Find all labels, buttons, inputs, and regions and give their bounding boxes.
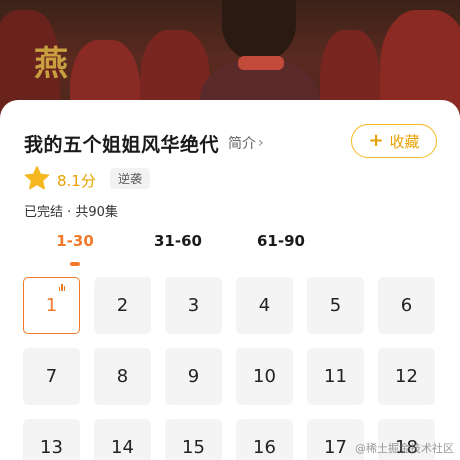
episode-number: 7	[45, 366, 58, 387]
poster-logo: 燕	[34, 44, 68, 84]
episode-number: 1	[45, 295, 58, 316]
episode-number: 16	[253, 437, 276, 458]
episode-number: 15	[182, 437, 205, 458]
poster-collar	[238, 56, 284, 70]
tab-range-1[interactable]: 1-30	[45, 232, 105, 250]
episode-button[interactable]: 12	[378, 348, 435, 405]
plus-icon: +	[368, 130, 384, 151]
episode-button[interactable]: 4	[236, 277, 293, 334]
episode-button[interactable]: 7	[23, 348, 80, 405]
tab-range-3[interactable]: 61-90	[251, 232, 311, 250]
episode-number: 12	[395, 366, 418, 387]
episode-button[interactable]: 9	[165, 348, 222, 405]
episode-number: 13	[40, 437, 63, 458]
episode-button[interactable]: 14	[94, 419, 151, 460]
episode-status: 已完结 · 共90集	[24, 205, 118, 220]
episode-button[interactable]: 8	[94, 348, 151, 405]
episode-button[interactable]: 3	[165, 277, 222, 334]
collect-label: 收藏	[389, 132, 420, 151]
episode-number: 3	[187, 295, 200, 316]
episode-button[interactable]: 13	[23, 419, 80, 460]
episode-button[interactable]: 10	[236, 348, 293, 405]
episode-button[interactable]: 16	[236, 419, 293, 460]
episode-number: 9	[187, 366, 200, 387]
episode-number: 11	[324, 366, 347, 387]
episode-button[interactable]: 5	[307, 277, 364, 334]
chevron-right-icon: ›	[258, 135, 264, 151]
episode-button[interactable]: 1	[23, 277, 80, 334]
collect-button[interactable]: + 收藏	[351, 124, 437, 158]
episode-button[interactable]: 11	[307, 348, 364, 405]
poster-head	[222, 0, 296, 62]
rating-score: 8.1分	[57, 172, 96, 190]
episode-number: 2	[116, 295, 129, 316]
star-icon	[24, 166, 50, 190]
episode-button[interactable]: 6	[378, 277, 435, 334]
episode-number: 6	[400, 295, 413, 316]
episode-button[interactable]: 15	[165, 419, 222, 460]
genre-tag[interactable]: 逆袭	[110, 168, 151, 189]
watermark: @稀土掘金技术社区	[355, 442, 454, 455]
drama-title: 我的五个姐姐风华绝代	[24, 134, 220, 156]
tab-underline	[70, 262, 80, 266]
episode-number: 4	[258, 295, 271, 316]
episode-button[interactable]: 2	[94, 277, 151, 334]
episode-number: 14	[111, 437, 134, 458]
tab-range-2[interactable]: 31-60	[148, 232, 208, 250]
episode-number: 5	[329, 295, 342, 316]
episode-number: 17	[324, 437, 347, 458]
intro-link[interactable]: 简介 ›	[228, 133, 264, 153]
episode-number: 10	[253, 366, 276, 387]
playing-icon	[58, 284, 65, 291]
episode-number: 8	[116, 366, 129, 387]
intro-label: 简介	[228, 136, 256, 152]
